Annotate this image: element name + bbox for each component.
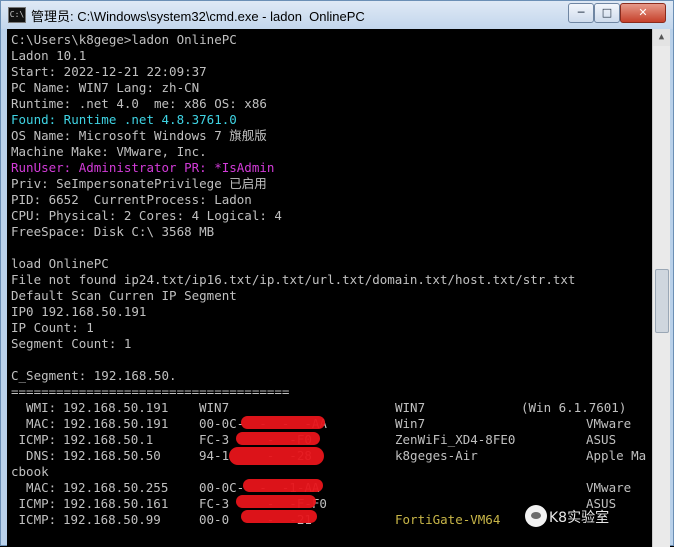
scan-type: MAC: xyxy=(11,480,57,495)
console-line: C:\Users\k8gege>ladon OnlinePC xyxy=(11,32,237,47)
console-line: Default Scan Curren IP Segment xyxy=(11,288,237,303)
console-line: PID: 6652 CurrentProcess: Ladon xyxy=(11,192,252,207)
scroll-up-arrow-icon[interactable]: ▲ xyxy=(653,29,670,46)
scan-ip: 192.168.50.161 xyxy=(63,496,169,511)
console-line: PC Name: WIN7 Lang: zh-CN xyxy=(11,80,200,95)
scan-extra: VMware xyxy=(586,480,632,495)
scan-host-name: ZenWiFi_XD4-8FE0 xyxy=(395,432,516,447)
redaction-mark xyxy=(236,495,316,508)
redaction-mark xyxy=(229,447,324,465)
console-line: FreeSpace: Disk C:\ 3568 MB xyxy=(11,224,215,239)
scan-type: ICMP: xyxy=(11,496,57,511)
console-line: ===================================== xyxy=(11,384,290,399)
console-line: C_Segment: 192.168.50. xyxy=(11,368,177,383)
console-line: CPU: Physical: 2 Cores: 4 Logical: 4 xyxy=(11,208,282,223)
cmd-app-icon[interactable]: C:\ xyxy=(8,7,26,23)
scan-type: MAC: xyxy=(11,416,57,431)
console-line: cbook xyxy=(11,464,49,479)
scan-host-name: FortiGate-VM64 xyxy=(395,512,501,527)
console-line: IP Count: 1 xyxy=(11,320,94,335)
console-line: File not found ip24.txt/ip16.txt/ip.txt/… xyxy=(11,272,576,287)
maximize-button[interactable]: □ xyxy=(594,3,620,23)
scan-ip: 192.168.50.1 xyxy=(63,432,154,447)
redaction-mark xyxy=(241,510,317,523)
scan-ip: 192.168.50.50 xyxy=(63,448,161,463)
scan-ip: 192.168.50.191 xyxy=(63,416,169,431)
console-line: RunUser: Administrator PR: *IsAdmin xyxy=(11,160,275,175)
console-line: Machine Make: VMware, Inc. xyxy=(11,144,207,159)
scrollbar-thumb[interactable] xyxy=(655,269,669,333)
console-line: Priv: SeImpersonatePrivilege 已启用 xyxy=(11,176,267,191)
scan-extra: (Win 6.1.7601) xyxy=(521,400,627,415)
scan-type: ICMP: xyxy=(11,432,57,447)
scan-extra: ASUS xyxy=(586,432,617,447)
scan-type: WMI: xyxy=(11,400,57,415)
scan-type: ICMP: xyxy=(11,512,57,527)
wechat-icon xyxy=(525,505,547,527)
scan-extra: Apple Ma xyxy=(586,448,647,463)
scan-mac: WIN7 xyxy=(199,400,230,415)
minimize-button[interactable]: ─ xyxy=(568,3,594,23)
scan-host-name: Win7 xyxy=(395,416,426,431)
console-line: load OnlinePC xyxy=(11,256,109,271)
console-line: OS Name: Microsoft Windows 7 旗舰版 xyxy=(11,128,267,143)
redaction-mark xyxy=(241,416,325,429)
console-line: Found: Runtime .net 4.8.3761.0 xyxy=(11,112,237,127)
scan-ip: 192.168.50.191 xyxy=(63,400,169,415)
vertical-scrollbar[interactable]: ▲ xyxy=(652,29,670,547)
redaction-mark xyxy=(236,432,320,445)
console-output[interactable]: C:\Users\k8gege>ladon OnlinePC Ladon 10.1… xyxy=(7,29,652,547)
console-line: Runtime: .net 4.0 me: x86 OS: x86 xyxy=(11,96,267,111)
console-line: Ladon 10.1 xyxy=(11,48,87,63)
scan-ip: 192.168.50.99 xyxy=(63,512,161,527)
scan-type: DNS: xyxy=(11,448,57,463)
console-line: IP0 192.168.50.191 xyxy=(11,304,147,319)
cmd-window: C:\ 管理员: C:\Windows\system32\cmd.exe - l… xyxy=(0,0,674,547)
scan-host-name: k8geges-Air xyxy=(395,448,478,463)
scan-result-row: WMI: 192.168.50.191 WIN7 WIN7 (Win 6.1.7601) xyxy=(11,400,626,416)
title-bar[interactable]: C:\ 管理员: C:\Windows\system32\cmd.exe - l… xyxy=(1,1,673,29)
window-title: 管理员: C:\Windows\system32\cmd.exe - ladon… xyxy=(31,9,365,24)
console-line: Start: 2022-12-21 22:09:37 xyxy=(11,64,207,79)
close-button[interactable]: ✕ xyxy=(620,3,666,23)
console-line: Segment Count: 1 xyxy=(11,336,132,351)
scan-host-name: WIN7 xyxy=(395,400,426,415)
redaction-mark xyxy=(243,479,323,492)
scan-extra: VMware xyxy=(586,416,632,431)
watermark-text: K8实验室 xyxy=(549,510,610,526)
scan-ip: 192.168.50.255 xyxy=(63,480,169,495)
